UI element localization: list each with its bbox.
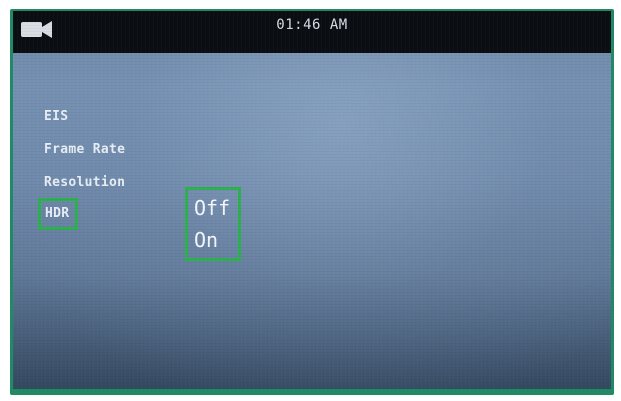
menu-item-frame-rate[interactable]: Frame Rate [44,142,125,157]
menu-item-resolution[interactable]: Resolution [44,175,125,190]
hdr-options-list: Off On [185,187,241,261]
menu-item-eis[interactable]: EIS [44,109,68,124]
status-bar: 01:46 AM [13,11,611,53]
hdr-option-off[interactable]: Off [194,196,230,220]
menu-item-hdr[interactable]: HDR [38,198,78,230]
camera-screen: 01:46 AM EIS Frame Rate Resolution HDR O… [13,11,611,389]
hdr-option-on[interactable]: On [194,228,218,252]
clock: 01:46 AM [276,17,348,33]
